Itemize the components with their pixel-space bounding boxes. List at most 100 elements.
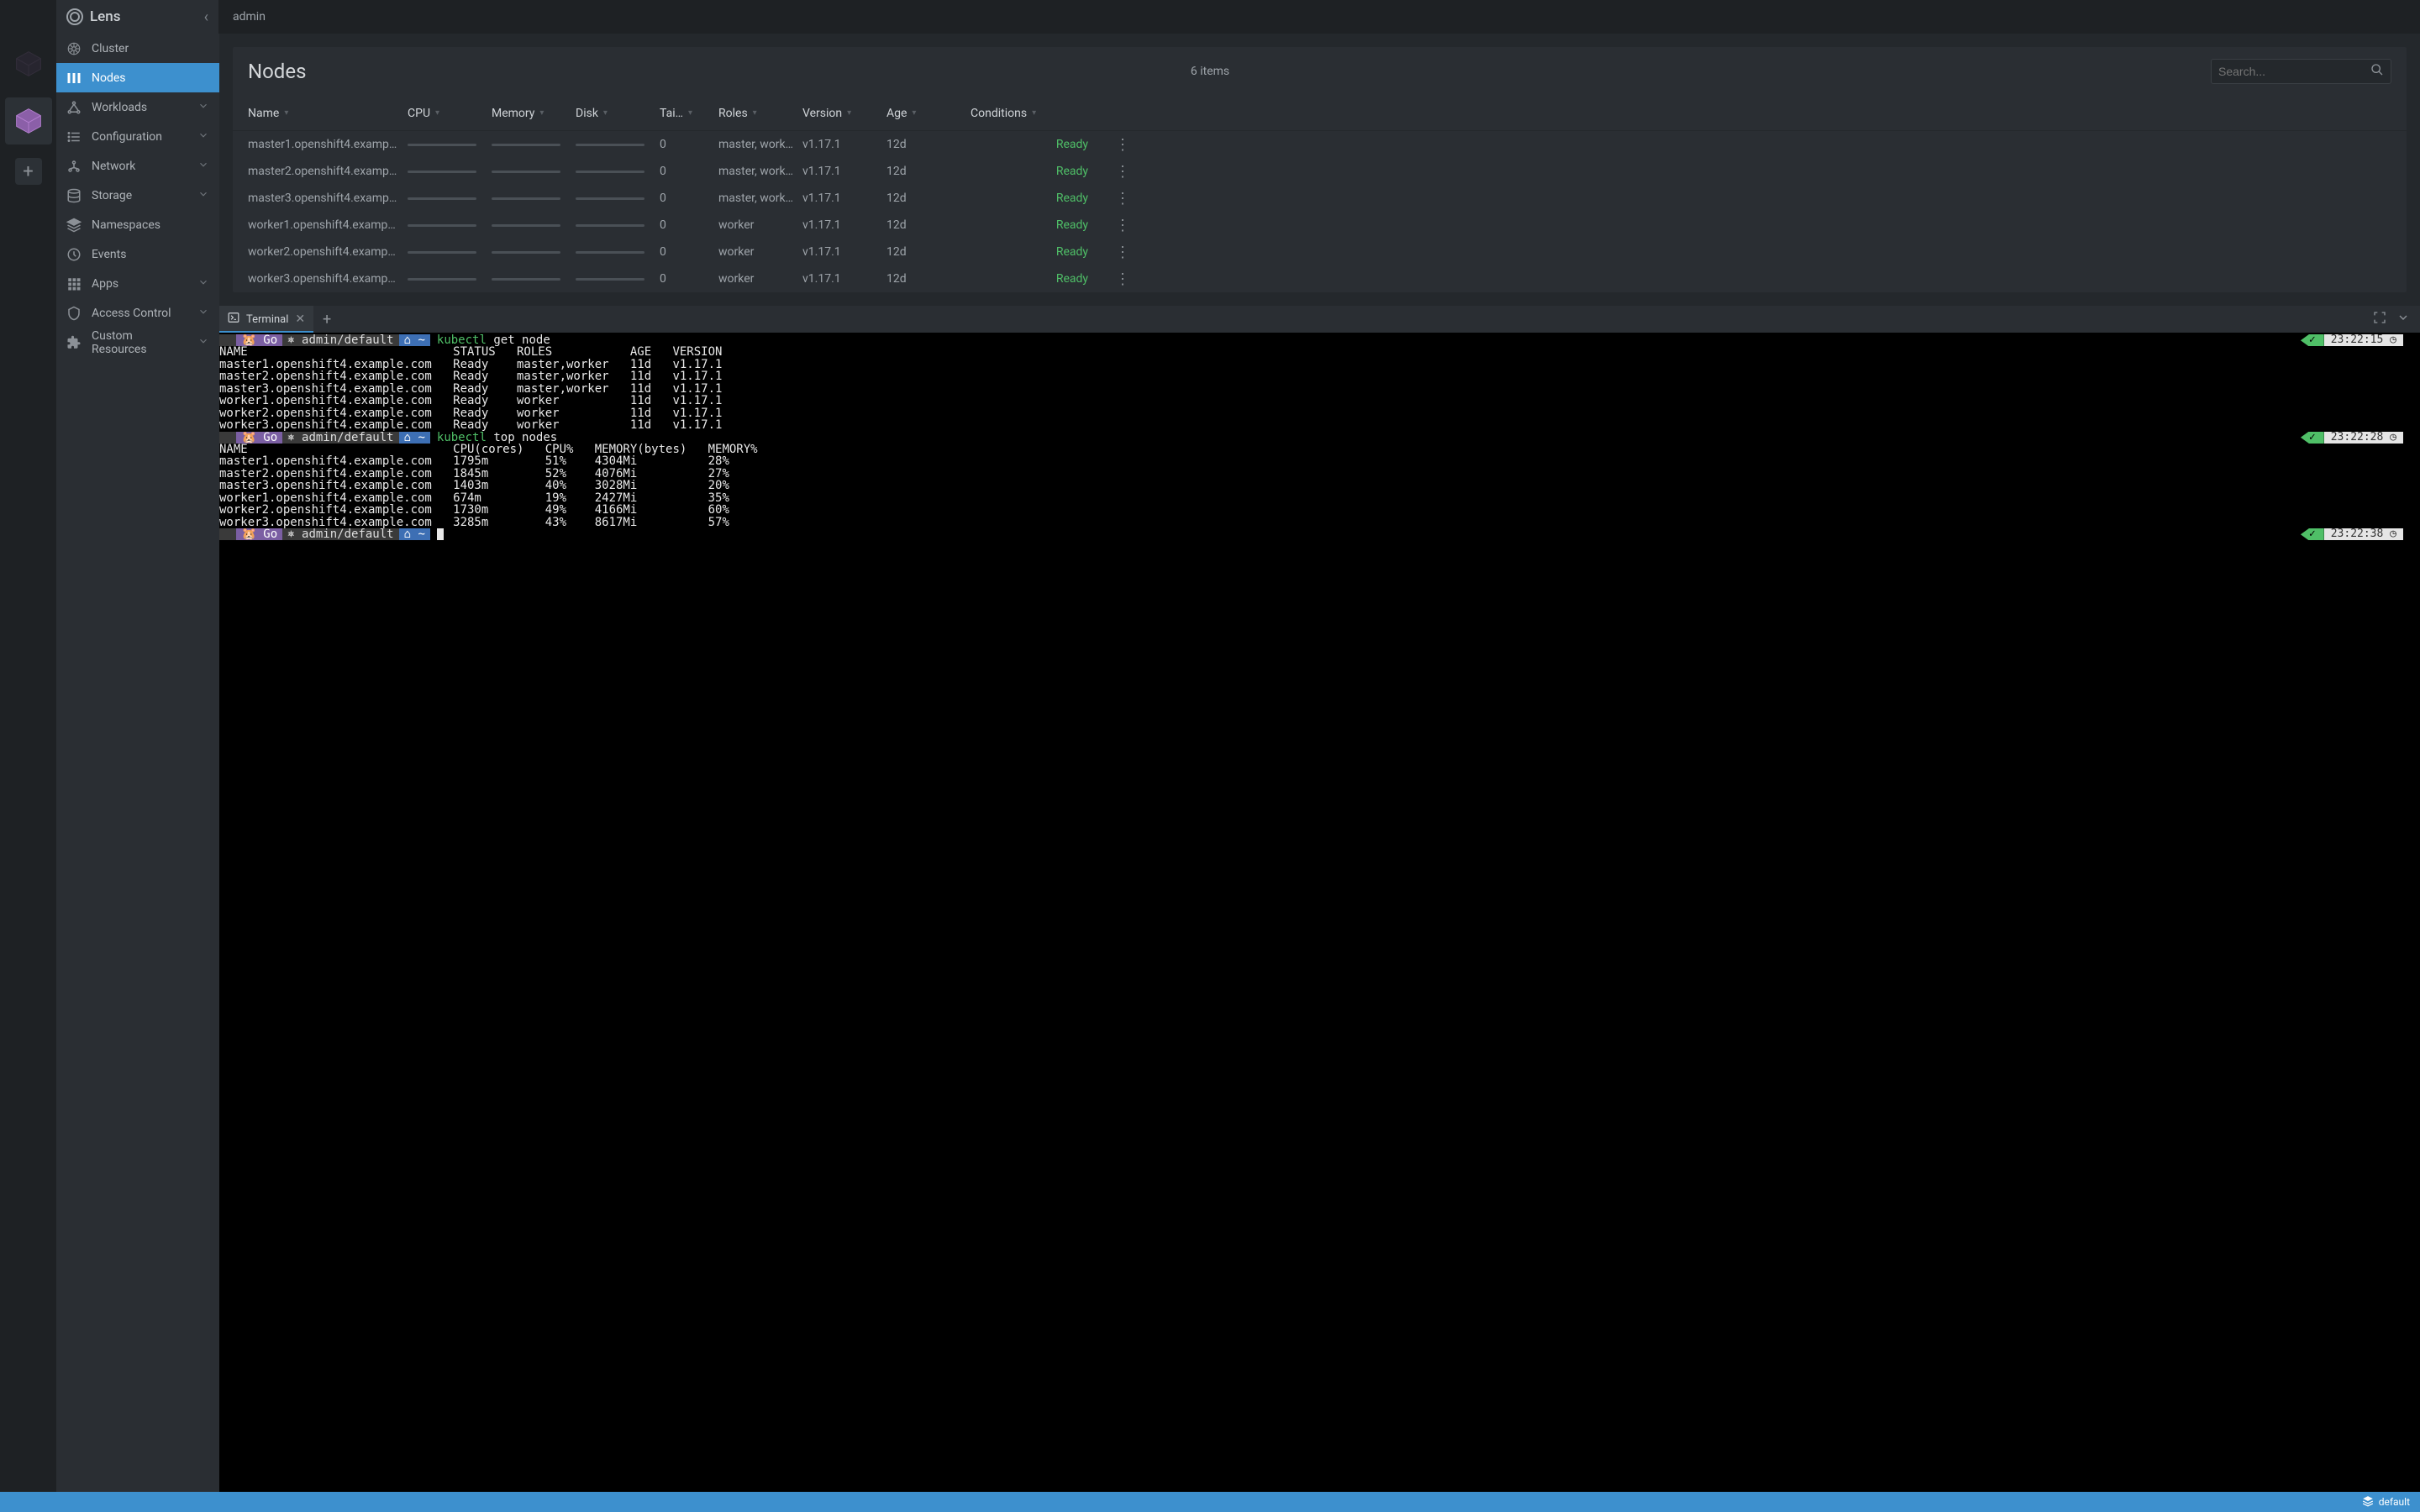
sidebar-item-workloads[interactable]: Workloads [56,92,219,122]
cell-taints: 0 [660,245,718,259]
collapse-sidebar-icon[interactable]: ‹ [204,8,208,26]
row-menu-button[interactable]: ⋮ [1097,136,1130,154]
table-row[interactable]: worker1.openshift4.examp…0workerv1.17.11… [233,212,2407,239]
storage-icon [66,188,82,203]
item-count: 6 items [1191,65,1229,78]
cluster-item-1[interactable] [5,40,52,87]
sidebar: Cluster NodesWorkloads Configuration Networ… [56,34,219,1492]
cluster-item-2[interactable] [5,97,52,144]
plus-icon: + [323,311,331,328]
cell-name: worker1.openshift4.examp… [248,218,408,232]
sidebar-item-events[interactable]: Events [56,239,219,269]
check-icon: ✓ [2301,528,2324,540]
row-menu-button[interactable]: ⋮ [1097,217,1130,234]
cell-conditions: Ready [971,138,1097,151]
cell-cpu [408,278,492,281]
prompt-segment-context: ⎈ admin/default [282,528,398,540]
sidebar-item-label: Cluster [92,42,129,55]
column-header[interactable]: Memory▾ [492,107,576,120]
cell-name: master3.openshift4.examp… [248,192,408,205]
sidebar-item-custom-resources[interactable]: Custom Resources [56,328,219,357]
panel-header: Nodes 6 items [233,47,2407,96]
cube-icon [13,106,44,136]
terminal-output[interactable]: 🐹 Go⎈ admin/default⌂ ~kubectl get node✓2… [219,333,2420,1492]
cell-memory [492,144,576,146]
add-cluster-button[interactable]: + [15,158,42,185]
sidebar-item-label: Storage [92,189,132,202]
column-header[interactable]: Age▾ [886,107,971,120]
sort-caret-icon: ▾ [539,108,544,118]
terminal-cursor [437,528,444,540]
column-header[interactable]: Conditions▾ [971,107,1097,120]
chevron-down-icon [197,276,209,291]
row-menu-button[interactable]: ⋮ [1097,163,1130,181]
cell-disk [576,278,660,281]
terminal-icon [228,312,239,327]
close-icon[interactable]: ✕ [295,312,305,326]
sidebar-item-label: Configuration [92,130,162,144]
column-header[interactable]: Name▾ [248,107,408,120]
cell-cpu [408,251,492,254]
terminal-line: worker1.openshift4.example.com Ready wor… [219,395,2420,407]
workloads-icon [66,100,82,115]
column-label: Roles [718,107,748,120]
prompt-segment-os [219,432,236,444]
column-label: Conditions [971,107,1027,120]
cell-roles: worker [718,272,802,286]
column-header[interactable]: Disk▾ [576,107,660,120]
cell-disk [576,224,660,227]
sidebar-item-storage[interactable]: Storage [56,181,219,210]
table-row[interactable]: worker2.openshift4.examp…0workerv1.17.11… [233,239,2407,265]
usage-bar [492,171,560,173]
chevron-down-icon[interactable] [2396,311,2410,328]
sort-caret-icon: ▾ [284,108,288,118]
terminal-line: master2.openshift4.example.com Ready mas… [219,370,2420,382]
wheel-icon [66,41,82,56]
sidebar-item-network[interactable]: Network [56,151,219,181]
sidebar-item-cluster[interactable]: Cluster [56,34,219,63]
sidebar-item-access-control[interactable]: Access Control [56,298,219,328]
list-icon [66,129,82,144]
cell-roles: worker [718,245,802,259]
column-header[interactable]: Roles▾ [718,107,802,120]
sidebar-item-label: Namespaces [92,218,160,232]
cell-conditions: Ready [971,245,1097,259]
fullscreen-icon[interactable] [2373,311,2386,328]
status-namespace[interactable]: default [2379,1496,2410,1508]
cell-roles: master, work… [718,192,802,205]
page-title: Nodes [248,60,306,83]
column-header[interactable]: Tai…▾ [660,107,718,120]
lens-logo-icon [66,8,83,25]
sidebar-item-apps[interactable]: Apps [56,269,219,298]
search-input[interactable] [2218,65,2370,78]
cell-version: v1.17.1 [802,272,886,286]
brand-area[interactable]: Lens ‹ [56,0,219,34]
column-header[interactable]: CPU▾ [408,107,492,120]
sidebar-item-configuration[interactable]: Configuration [56,122,219,151]
cell-cpu [408,197,492,200]
cell-version: v1.17.1 [802,218,886,232]
row-menu-button[interactable]: ⋮ [1097,244,1130,261]
table-row[interactable]: master1.openshift4.examp…0master, work…v… [233,131,2407,158]
brand-name: Lens [90,8,121,25]
cell-age: 12d [886,165,971,178]
cell-roles: master, work… [718,165,802,178]
cell-taints: 0 [660,138,718,151]
cell-memory [492,224,576,227]
terminal-line: master1.openshift4.example.com Ready mas… [219,359,2420,370]
usage-bar [576,251,644,254]
sidebar-item-namespaces[interactable]: Namespaces [56,210,219,239]
prompt-segment-path: ⌂ ~ [399,528,430,540]
sidebar-item-nodes[interactable]: Nodes [56,63,219,92]
cell-roles: master, work… [718,138,802,151]
column-header[interactable]: Version▾ [802,107,886,120]
search-box[interactable] [2211,59,2391,84]
row-menu-button[interactable]: ⋮ [1097,270,1130,288]
table-row[interactable]: master3.openshift4.examp…0master, work…v… [233,185,2407,212]
add-terminal-button[interactable]: + [313,306,340,333]
table-row[interactable]: worker3.openshift4.examp…0workerv1.17.11… [233,265,2407,292]
cell-taints: 0 [660,272,718,286]
table-row[interactable]: master2.openshift4.examp…0master, work…v… [233,158,2407,185]
terminal-tab[interactable]: Terminal ✕ [219,306,313,333]
row-menu-button[interactable]: ⋮ [1097,190,1130,207]
